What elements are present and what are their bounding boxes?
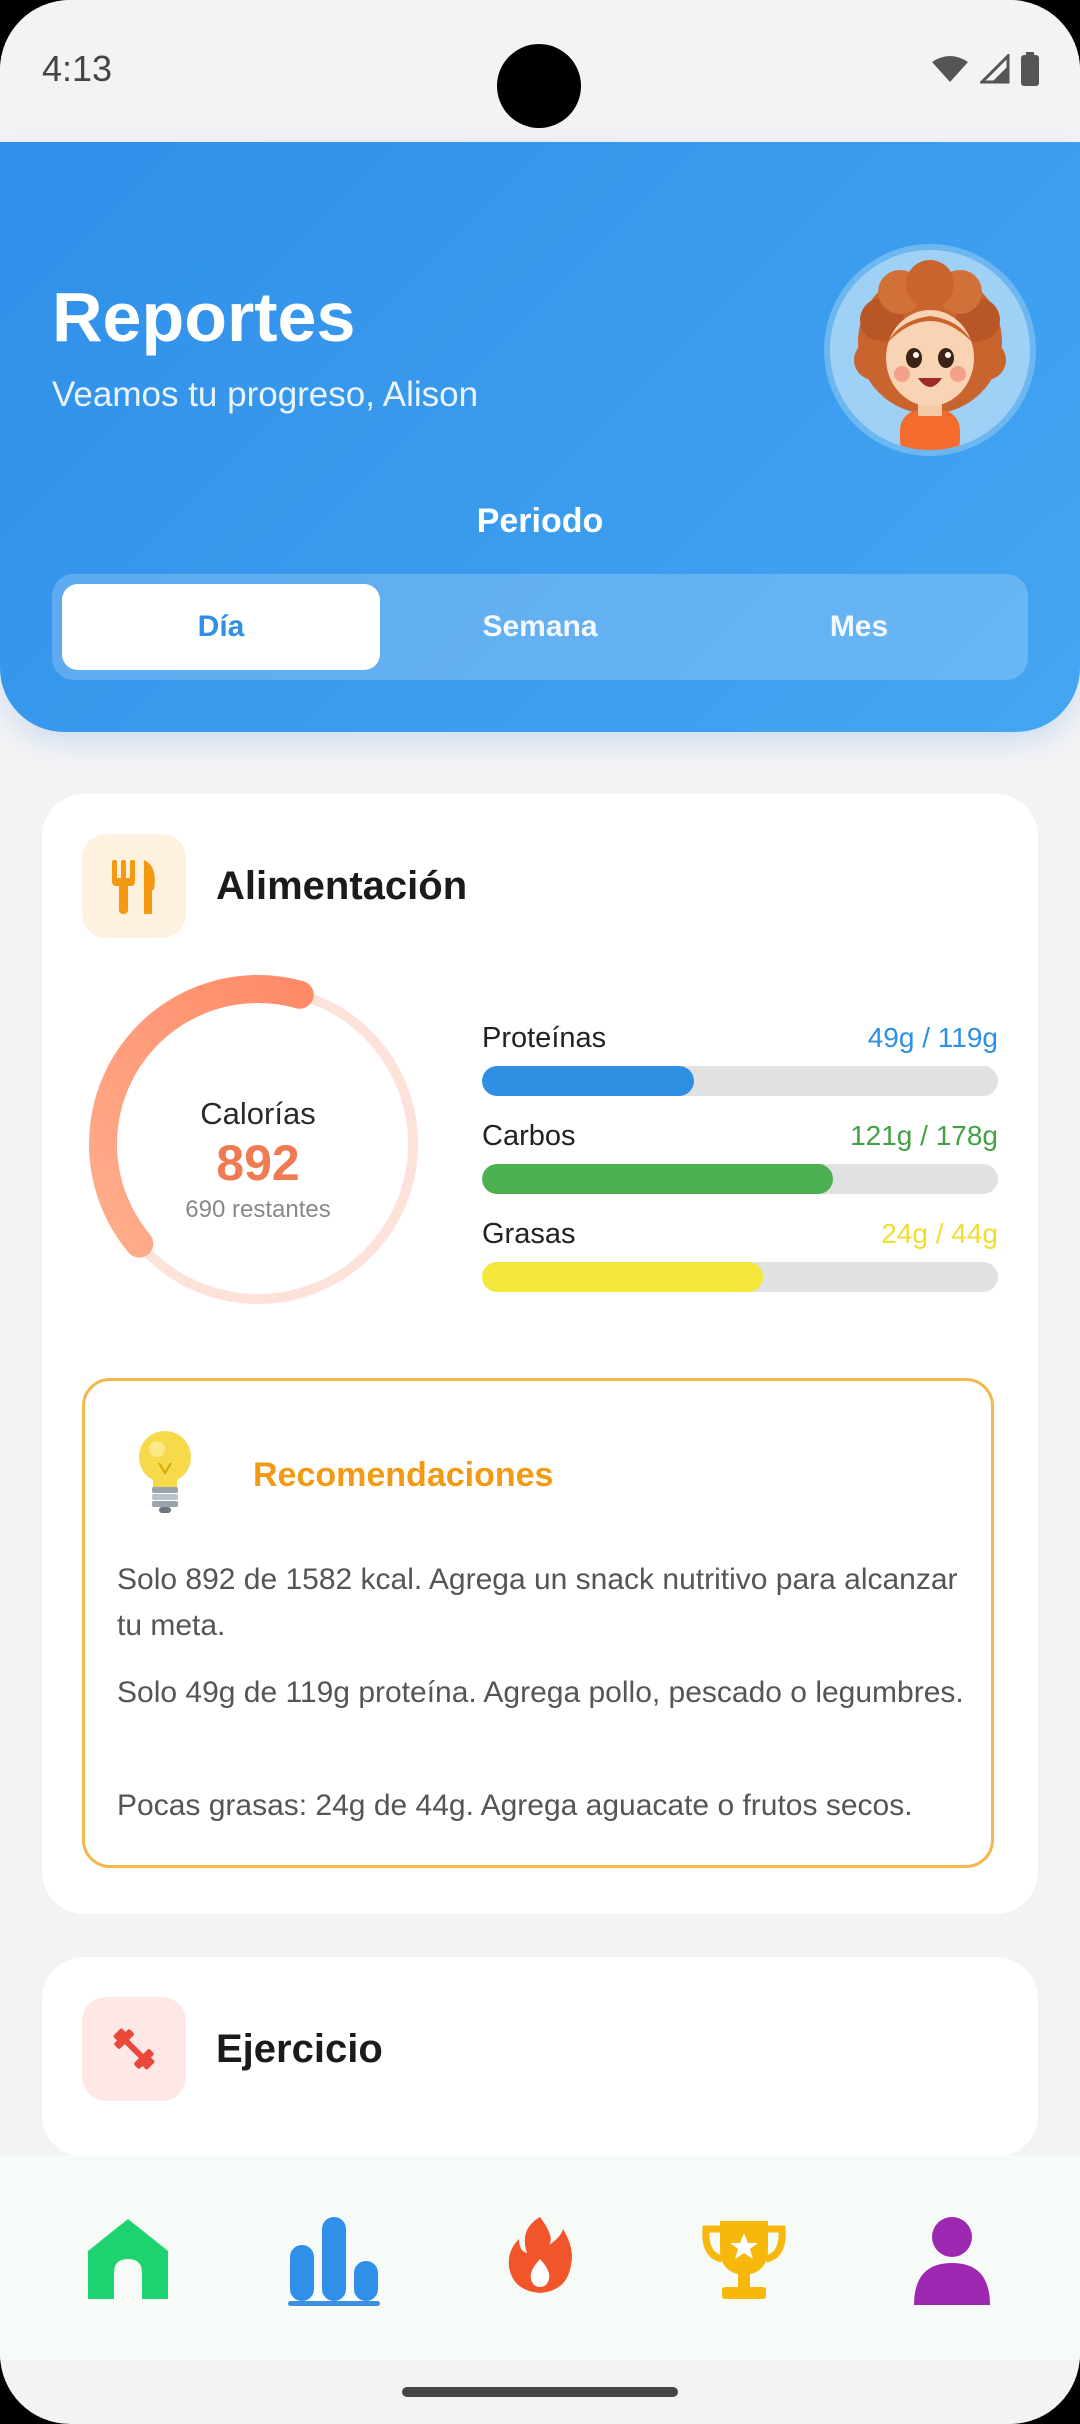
recommendation-item: Solo 892 de 1582 kcal. Agrega un snack n… xyxy=(117,1563,958,1642)
wifi-icon xyxy=(932,56,968,82)
home-icon[interactable] xyxy=(78,2215,178,2325)
recommendations-title: Recomendaciones xyxy=(253,1456,554,1494)
avatar[interactable] xyxy=(824,244,1036,456)
period-tabs: Día Semana Mes xyxy=(52,574,1028,680)
lightbulb-icon xyxy=(139,1431,191,1513)
period-label: Periodo xyxy=(476,502,604,540)
status-bar: 4:13 xyxy=(0,0,1080,142)
status-time: 4:13 xyxy=(42,48,113,89)
signal-icon xyxy=(980,54,1010,84)
macro-bar-fill xyxy=(482,1066,694,1096)
page-title: Reportes xyxy=(52,278,356,356)
macro-bar xyxy=(482,1262,998,1292)
exercise-card: Ejercicio xyxy=(42,1957,1038,2157)
gesture-home-bar[interactable] xyxy=(402,2387,678,2397)
macro-value: 49g / 119g xyxy=(867,1022,998,1053)
battery-icon xyxy=(1021,52,1039,86)
front-camera xyxy=(497,44,581,128)
macro-fats: Grasas 24g / 44g xyxy=(482,1218,998,1304)
macro-bar xyxy=(482,1066,998,1096)
fork-knife-icon xyxy=(82,834,186,938)
tab-mes[interactable]: Mes xyxy=(700,584,1018,670)
bottom-nav xyxy=(0,2155,1080,2360)
macro-bar xyxy=(482,1164,998,1194)
macro-value: 121g / 178g xyxy=(850,1120,998,1151)
macro-proteins: Proteínas 49g / 119g xyxy=(482,1022,998,1108)
fire-icon[interactable] xyxy=(490,2215,590,2325)
recommendation-item: Solo 49g de 119g proteína. Agrega pollo,… xyxy=(117,1676,964,1709)
macro-value: 24g / 44g xyxy=(881,1218,998,1249)
food-card-title: Alimentación xyxy=(216,864,468,908)
app-screen: 4:13 Reportes Veamos tu progreso, Alison xyxy=(0,0,1080,2424)
status-icons xyxy=(930,52,1040,86)
macro-bar-fill xyxy=(482,1262,764,1292)
exercise-card-title: Ejercicio xyxy=(216,2027,383,2071)
tab-dia[interactable]: Día xyxy=(62,584,380,670)
calories-remaining: 690 restantes xyxy=(185,1196,331,1223)
recommendation-item: Pocas grasas: 24g de 44g. Agrega aguacat… xyxy=(117,1789,913,1822)
macro-name: Grasas xyxy=(482,1218,576,1250)
macro-carbs: Carbos 121g / 178g xyxy=(482,1120,998,1206)
reports-icon[interactable] xyxy=(284,2215,384,2325)
calories-value: 892 xyxy=(216,1135,300,1191)
macro-bar-fill xyxy=(482,1164,833,1194)
recommendations-box: Recomendaciones Solo 892 de 1582 kcal. A… xyxy=(82,1378,994,1868)
reports-header: Reportes Veamos tu progreso, Alison Peri… xyxy=(0,142,1080,732)
profile-icon[interactable] xyxy=(902,2215,1002,2325)
active-tab-indicator xyxy=(288,2301,380,2306)
food-card: Alimentación Calorías 892 690 restantes … xyxy=(42,794,1038,1914)
macro-name: Proteínas xyxy=(482,1022,607,1054)
avatar-illustration xyxy=(830,250,1030,450)
dumbbell-icon xyxy=(82,1997,186,2101)
tab-semana[interactable]: Semana xyxy=(381,584,699,670)
page-subtitle: Veamos tu progreso, Alison xyxy=(52,375,479,414)
calories-label: Calorías xyxy=(200,1096,316,1131)
trophy-icon[interactable] xyxy=(694,2215,794,2325)
macro-name: Carbos xyxy=(482,1120,576,1152)
